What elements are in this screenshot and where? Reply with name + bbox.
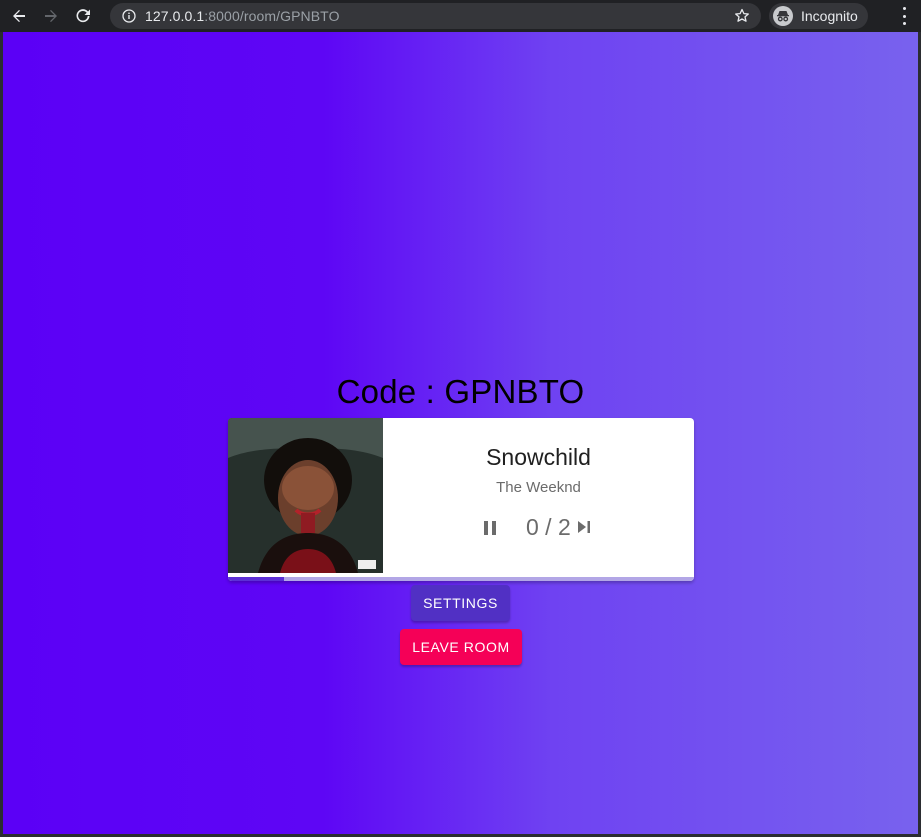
reload-icon bbox=[76, 9, 90, 23]
track-title: Snowchild bbox=[486, 444, 591, 470]
track-artist: The Weeknd bbox=[496, 479, 581, 496]
incognito-label: Incognito bbox=[801, 8, 858, 24]
url-path: :8000/room/GPNBTO bbox=[204, 8, 340, 24]
browser-toolbar: 127.0.0.1:8000/room/GPNBTO Incognito bbox=[0, 0, 921, 32]
kebab-menu-icon[interactable] bbox=[901, 7, 907, 25]
settings-button[interactable]: SETTINGS bbox=[411, 585, 510, 621]
leave-room-button[interactable]: LEAVE ROOM bbox=[400, 629, 522, 665]
forward-button[interactable] bbox=[38, 3, 64, 29]
star-icon[interactable] bbox=[733, 7, 751, 25]
skip-next-icon bbox=[578, 521, 590, 533]
url-host: 127.0.0.1 bbox=[145, 8, 205, 24]
album-cover-image bbox=[228, 418, 383, 573]
incognito-profile-button[interactable]: Incognito bbox=[769, 3, 868, 29]
url-text: 127.0.0.1:8000/room/GPNBTO bbox=[145, 8, 340, 24]
vote-skip-count: 0 / 2 bbox=[526, 514, 571, 540]
incognito-icon bbox=[773, 6, 793, 26]
track-progress-bar bbox=[228, 577, 694, 581]
address-bar[interactable]: 127.0.0.1:8000/room/GPNBTO bbox=[110, 3, 761, 29]
pause-button[interactable] bbox=[480, 517, 500, 539]
info-icon[interactable] bbox=[122, 9, 136, 23]
pause-icon bbox=[484, 521, 496, 535]
page-viewport: Code : GPNBTO Snowchild The Weeknd 0 / 2 bbox=[3, 32, 918, 834]
back-button[interactable] bbox=[6, 3, 32, 29]
room-code-heading: Code : GPNBTO bbox=[336, 373, 585, 410]
music-player-card: Snowchild The Weeknd 0 / 2 bbox=[228, 418, 694, 581]
arrow-back-icon bbox=[13, 10, 25, 22]
reload-button[interactable] bbox=[70, 3, 96, 29]
skip-button[interactable] bbox=[576, 518, 592, 536]
arrow-forward-icon bbox=[45, 10, 57, 22]
track-progress-fill bbox=[228, 577, 284, 581]
